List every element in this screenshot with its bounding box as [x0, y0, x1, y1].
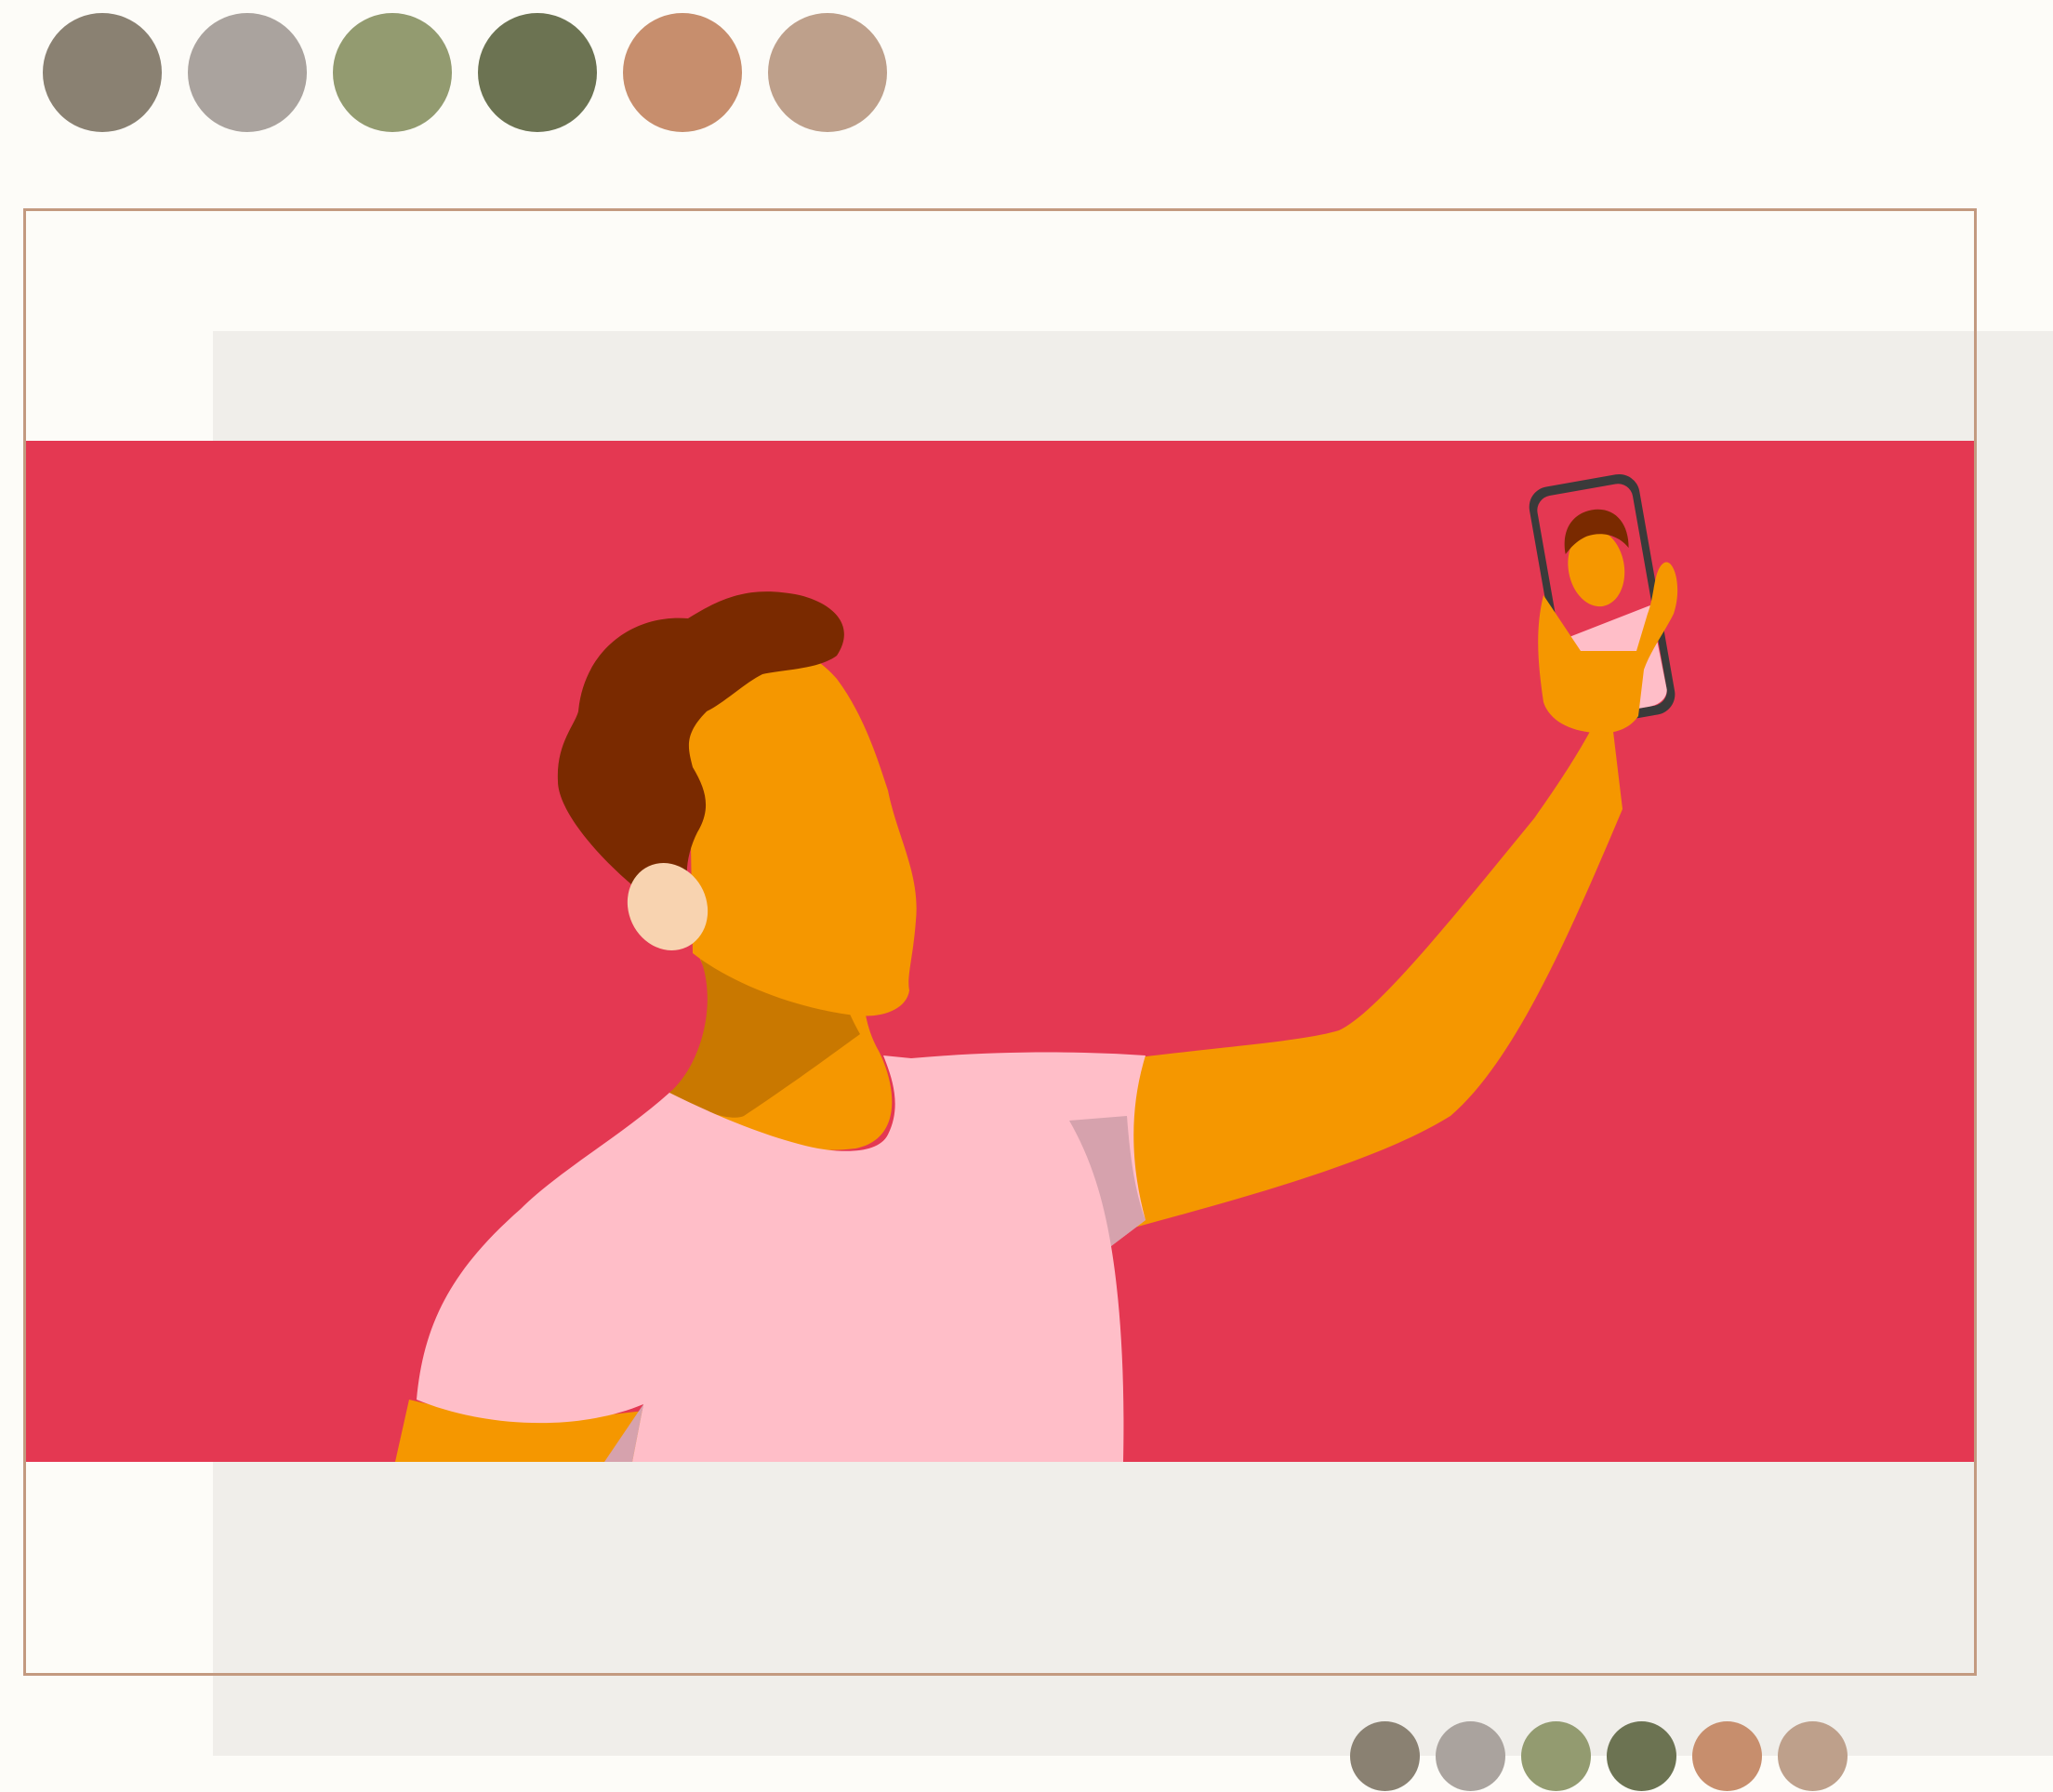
image-frame	[23, 208, 1977, 1676]
color-swatch-2	[1436, 1721, 1505, 1791]
color-swatch-3	[1521, 1721, 1591, 1791]
color-palette-bottom	[1350, 1721, 1848, 1791]
color-swatch-4	[1607, 1721, 1676, 1791]
color-swatch-5	[1692, 1721, 1762, 1791]
color-swatch-1	[1350, 1721, 1420, 1791]
color-swatch-6	[1778, 1721, 1848, 1791]
